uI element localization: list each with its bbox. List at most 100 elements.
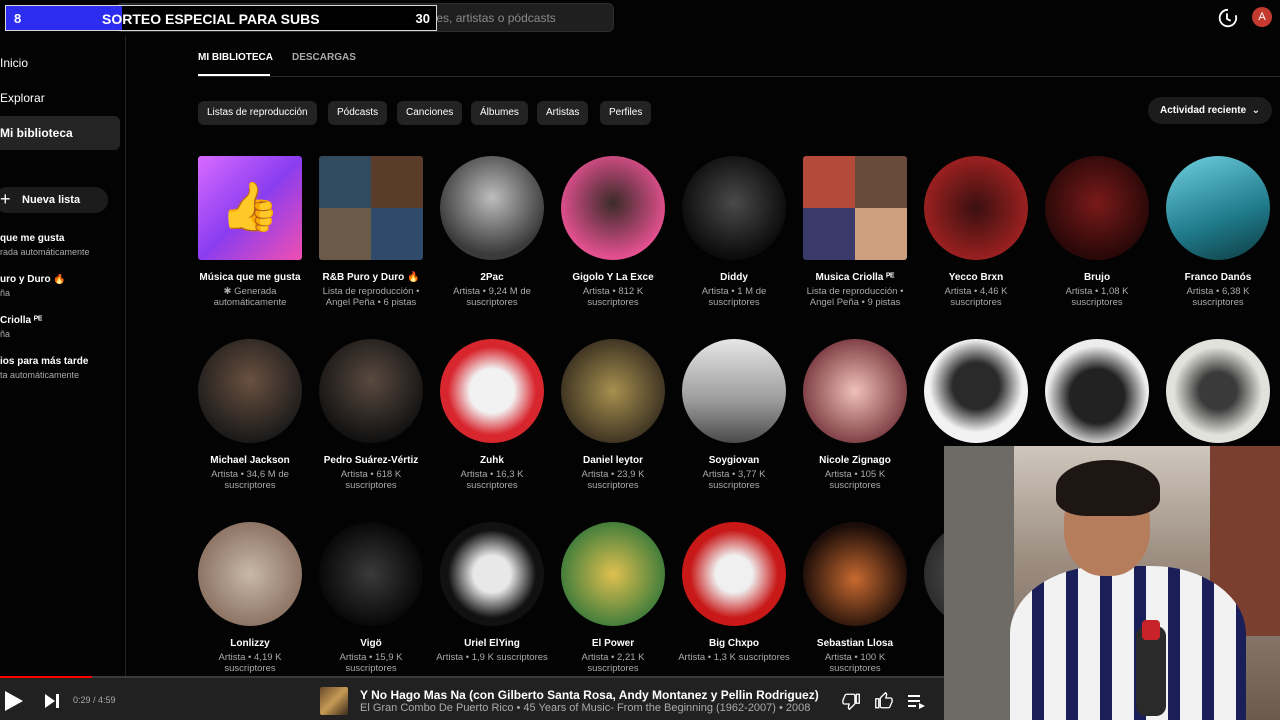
artist-avatar[interactable] xyxy=(561,156,665,260)
sidebar-item-explorar[interactable]: Explorar xyxy=(0,81,120,115)
sort-label: Actividad reciente xyxy=(1160,105,1247,116)
chip-albumes[interactable]: Álbumes xyxy=(471,101,528,125)
library-card[interactable] xyxy=(1162,339,1274,455)
card-title[interactable]: Uriel ElYing xyxy=(436,638,548,649)
artist-avatar[interactable] xyxy=(319,522,423,626)
library-card[interactable]: Franco Danós Artista • 6,38 K suscriptore… xyxy=(1162,156,1274,308)
card-title[interactable]: El Power xyxy=(557,638,669,649)
playlist-thumbnail[interactable] xyxy=(319,156,423,260)
artist-avatar[interactable] xyxy=(803,339,907,443)
artist-avatar[interactable] xyxy=(1045,156,1149,260)
sidebar-playlist[interactable]: que me gusta rada automáticamente xyxy=(0,233,124,257)
artist-avatar[interactable] xyxy=(440,339,544,443)
artist-avatar[interactable] xyxy=(561,522,665,626)
artist-avatar[interactable] xyxy=(440,522,544,626)
card-title[interactable]: Franco Danós xyxy=(1162,272,1274,283)
sort-dropdown[interactable]: Actividad reciente ⌄ xyxy=(1148,97,1272,124)
artist-avatar[interactable] xyxy=(682,339,786,443)
tab-mi-biblioteca[interactable]: MI BIBLIOTECA xyxy=(198,52,273,63)
library-card[interactable]: Uriel ElYing Artista • 1,9 K suscriptores xyxy=(436,522,548,663)
artist-avatar[interactable] xyxy=(682,156,786,260)
card-title[interactable]: Lonlizzy xyxy=(194,638,306,649)
card-subtitle: Artista • 4,46 K suscriptores xyxy=(944,286,1008,308)
artist-avatar[interactable] xyxy=(682,522,786,626)
artist-avatar[interactable] xyxy=(803,522,907,626)
sidebar-item-inicio[interactable]: Inicio xyxy=(0,46,120,80)
avatar[interactable]: A xyxy=(1252,7,1272,27)
sidebar-playlist[interactable]: Criolla ᴾᴱ ña xyxy=(0,315,124,339)
chip-listas[interactable]: Listas de reproducción xyxy=(198,101,317,125)
artist-avatar[interactable] xyxy=(561,339,665,443)
library-card[interactable]: R&B Puro y Duro 🔥 Lista de reproducción •… xyxy=(315,156,427,308)
sidebar-item-mi-biblioteca[interactable]: Mi biblioteca xyxy=(0,116,120,150)
tab-descargas[interactable]: DESCARGAS xyxy=(292,52,356,63)
playback-progress[interactable] xyxy=(0,676,944,678)
artist-avatar[interactable] xyxy=(440,156,544,260)
queue-icon[interactable] xyxy=(908,693,926,709)
tabs-divider xyxy=(198,76,1280,77)
library-card[interactable]: Sebastian Llosa Artista • 100 K suscripto… xyxy=(799,522,911,674)
next-icon[interactable] xyxy=(44,693,60,709)
library-card[interactable]: 👍 Música que me gusta ✱ Generada automátic… xyxy=(194,156,306,308)
card-title[interactable]: Pedro Suárez-Vértiz xyxy=(315,455,427,466)
card-title[interactable]: Daniel leytor xyxy=(557,455,669,466)
library-card[interactable]: Yecco Brxn Artista • 4,46 K suscriptores xyxy=(920,156,1032,308)
artist-avatar[interactable] xyxy=(924,339,1028,443)
history-icon[interactable] xyxy=(1216,7,1238,29)
card-title[interactable]: R&B Puro y Duro 🔥 xyxy=(315,272,427,283)
card-title[interactable]: Brujo xyxy=(1041,272,1153,283)
library-card[interactable]: Zuhk Artista • 16,3 K suscriptores xyxy=(436,339,548,491)
now-playing-subtitle[interactable]: El Gran Combo De Puerto Rico • 45 Years … xyxy=(360,702,810,714)
library-card[interactable]: Soygiovan Artista • 3,77 K suscriptores xyxy=(678,339,790,491)
library-card[interactable]: Lonlizzy Artista • 4,19 K suscriptores xyxy=(194,522,306,674)
library-card[interactable]: Brujo Artista • 1,08 K suscriptores xyxy=(1041,156,1153,308)
chip-artistas[interactable]: Artistas xyxy=(537,101,589,125)
artist-avatar[interactable] xyxy=(198,522,302,626)
playlist-thumbnail[interactable]: 👍 xyxy=(198,156,302,260)
library-card[interactable]: Gigolo Y La Exce Artista • 812 K suscript… xyxy=(557,156,669,308)
artist-avatar[interactable] xyxy=(924,156,1028,260)
card-title[interactable]: Michael Jackson xyxy=(194,455,306,466)
chip-podcasts[interactable]: Pódcasts xyxy=(328,101,388,125)
artist-avatar[interactable] xyxy=(198,339,302,443)
new-list-button[interactable]: + Nueva lista xyxy=(0,187,108,213)
dislike-icon[interactable] xyxy=(842,692,860,710)
artist-avatar[interactable] xyxy=(1166,156,1270,260)
library-card[interactable] xyxy=(1041,339,1153,455)
card-title[interactable]: Sebastian Llosa xyxy=(799,638,911,649)
card-title[interactable]: 2Pac xyxy=(436,272,548,283)
artist-avatar[interactable] xyxy=(1166,339,1270,443)
artist-avatar[interactable] xyxy=(1045,339,1149,443)
now-playing-title[interactable]: Y No Hago Mas Na (con Gilberto Santa Ros… xyxy=(360,688,819,702)
card-title[interactable]: Vigö xyxy=(315,638,427,649)
library-card[interactable]: Michael Jackson Artista • 34,6 M de suscr… xyxy=(194,339,306,491)
card-title[interactable]: Diddy xyxy=(678,272,790,283)
library-card[interactable]: 2Pac Artista • 9,24 M de suscriptores xyxy=(436,156,548,308)
play-icon[interactable] xyxy=(2,690,24,712)
now-playing-thumbnail[interactable] xyxy=(320,687,348,715)
card-title[interactable]: Soygiovan xyxy=(678,455,790,466)
stream-overlay-banner: 8 SORTEO ESPECIAL PARA SUBS 30 xyxy=(5,5,437,31)
card-title[interactable]: Zuhk xyxy=(436,455,548,466)
library-card[interactable]: Pedro Suárez-Vértiz Artista • 618 K suscr… xyxy=(315,339,427,491)
playlist-thumbnail[interactable] xyxy=(803,156,907,260)
card-title[interactable]: Nicole Zignago xyxy=(799,455,911,466)
library-card[interactable]: Daniel leytor Artista • 23,9 K suscriptor… xyxy=(557,339,669,491)
library-card[interactable]: Vigö Artista • 15,9 K suscriptores xyxy=(315,522,427,674)
library-card[interactable]: El Power Artista • 2,21 K suscriptores xyxy=(557,522,669,674)
card-title[interactable]: Música que me gusta xyxy=(194,272,306,283)
card-title[interactable]: Musica Criolla ᴾᴱ xyxy=(799,272,911,283)
artist-avatar[interactable] xyxy=(319,339,423,443)
library-card[interactable]: Nicole Zignago Artista • 105 K suscriptor… xyxy=(799,339,911,491)
chip-canciones[interactable]: Canciones xyxy=(397,101,463,125)
card-title[interactable]: Big Chxpo xyxy=(678,638,790,649)
sidebar-playlist[interactable]: uro y Duro 🔥 ña xyxy=(0,274,124,298)
chip-perfiles[interactable]: Perfiles xyxy=(600,101,652,125)
card-title[interactable]: Yecco Brxn xyxy=(920,272,1032,283)
card-title[interactable]: Gigolo Y La Exce xyxy=(557,272,669,283)
like-icon[interactable] xyxy=(875,692,893,710)
library-card[interactable]: Big Chxpo Artista • 1,3 K suscriptores xyxy=(678,522,790,663)
sidebar-playlist[interactable]: ios para más tarde ta automáticamente xyxy=(0,356,124,380)
library-card[interactable]: Musica Criolla ᴾᴱ Lista de reproducción •… xyxy=(799,156,911,308)
library-card[interactable]: Diddy Artista • 1 M de suscriptores xyxy=(678,156,790,308)
